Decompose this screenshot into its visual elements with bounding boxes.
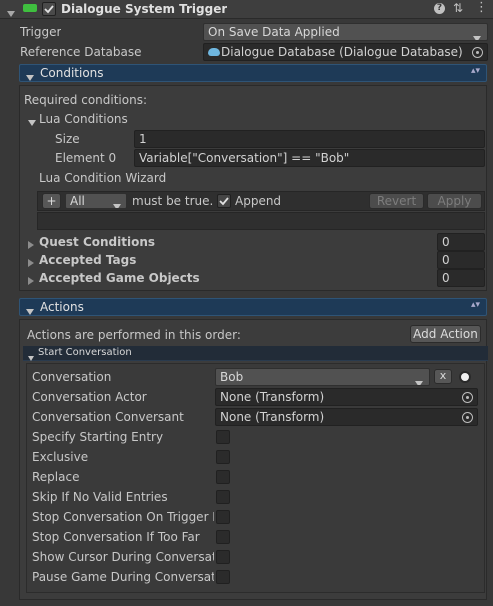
toggle-label: Skip If No Valid Entries	[32, 490, 168, 504]
toggle-checkbox[interactable]	[216, 510, 230, 524]
conversation-actor-value: None (Transform)	[220, 390, 325, 404]
conversation-conversant-field[interactable]: None (Transform)	[215, 408, 478, 426]
foldout-arrow-icon[interactable]	[7, 6, 15, 20]
wizard-body	[37, 212, 485, 230]
preset-icon[interactable]: ⇅	[453, 1, 463, 15]
actions-section-header[interactable]: Actions ▴▾	[19, 298, 487, 316]
toggle-checkbox[interactable]	[216, 470, 230, 484]
toggle-label: Exclusive	[32, 450, 89, 464]
lua-conditions-label: Lua Conditions	[39, 112, 128, 126]
trigger-dropdown[interactable]: On Save Data Applied	[203, 23, 488, 41]
conversation-dropdown[interactable]: Bob	[215, 368, 430, 386]
reference-database-label: Reference Database	[20, 45, 142, 59]
wizard-mode-dropdown[interactable]: All	[65, 193, 127, 209]
accepted-game-objects-value: 0	[442, 271, 450, 285]
checkmark-icon	[44, 5, 54, 14]
help-icon[interactable]: ?	[434, 3, 445, 14]
lua-conditions-foldout-icon[interactable]	[28, 115, 36, 129]
conversation-conversant-label: Conversation Conversant	[32, 410, 184, 424]
wizard-toolbar: + All must be true. Append Revert Apply	[37, 191, 485, 211]
required-conditions-label: Required conditions:	[24, 93, 147, 107]
toggle-label: Specify Starting Entry	[32, 430, 164, 444]
element0-value: Variable["Conversation"] == "Bob"	[139, 151, 350, 165]
start-conversation-panel: Conversation Bob x Conversation Actor No…	[26, 363, 485, 593]
script-toggle-icon	[23, 4, 37, 12]
accepted-tags-count[interactable]: 0	[437, 251, 485, 269]
actions-title: Actions	[40, 300, 84, 314]
revert-button[interactable]: Revert	[369, 193, 424, 209]
quest-conditions-label: Quest Conditions	[39, 235, 156, 249]
must-be-true-label: must be true.	[132, 194, 214, 208]
toggle-checkbox[interactable]	[216, 570, 230, 584]
wizard-mode-value: All	[70, 194, 85, 208]
accepted-tags-value: 0	[442, 253, 450, 267]
actions-panel: Actions are performed in this order: Add…	[19, 319, 488, 600]
accepted-game-objects-count[interactable]: 0	[437, 269, 485, 287]
component-header: Dialogue System Trigger ? ⇅ ⋮	[0, 0, 493, 19]
quest-conditions-foldout-icon[interactable]	[28, 238, 34, 252]
clear-conversation-button[interactable]: x	[434, 369, 452, 384]
quest-conditions-value: 0	[442, 235, 450, 249]
accepted-tags-label: Accepted Tags	[39, 253, 137, 267]
trigger-label: Trigger	[20, 25, 62, 39]
reference-database-field[interactable]: Dialogue Database (Dialogue Database)	[203, 43, 488, 61]
accepted-game-objects-foldout-icon[interactable]	[28, 274, 34, 288]
append-label: Append	[235, 194, 282, 208]
toggle-checkbox[interactable]	[216, 530, 230, 544]
chevron-down-icon	[415, 375, 423, 385]
quest-conditions-count[interactable]: 0	[437, 233, 485, 251]
conversation-picker-icon[interactable]	[459, 371, 471, 383]
checkmark-icon	[219, 197, 229, 206]
conversation-value: Bob	[220, 370, 244, 384]
section-sort-icon: ▴▾	[470, 300, 480, 310]
apply-button[interactable]: Apply	[427, 193, 482, 209]
size-label: Size	[55, 132, 80, 146]
accepted-tags-foldout-icon[interactable]	[28, 256, 34, 270]
toggle-label: Stop Conversation On Trigger Ex	[32, 510, 214, 524]
reference-database-value: Dialogue Database (Dialogue Database)	[221, 45, 463, 59]
chevron-down-icon	[473, 30, 481, 40]
toggle-label: Replace	[32, 470, 80, 484]
toggle-checkbox[interactable]	[216, 430, 230, 444]
element0-label: Element 0	[55, 151, 117, 165]
object-picker-icon[interactable]	[472, 47, 483, 58]
toggle-checkbox[interactable]	[216, 450, 230, 464]
actions-foldout-icon	[26, 304, 34, 318]
lua-condition-wizard-label: Lua Condition Wizard	[39, 171, 167, 185]
component-title: Dialogue System Trigger	[61, 2, 228, 16]
toggle-checkbox[interactable]	[216, 550, 230, 564]
start-conversation-title: Start Conversation	[38, 347, 132, 358]
toggle-label: Stop Conversation If Too Far	[32, 530, 200, 544]
conversation-actor-field[interactable]: None (Transform)	[215, 388, 478, 406]
element0-field[interactable]: Variable["Conversation"] == "Bob"	[134, 149, 485, 167]
object-picker-icon[interactable]	[462, 412, 473, 423]
database-icon	[208, 48, 220, 56]
toggle-checkbox[interactable]	[216, 490, 230, 504]
object-picker-icon[interactable]	[462, 392, 473, 403]
conditions-panel: Required conditions: Lua Conditions Size…	[19, 85, 487, 291]
toggle-label: Pause Game During Conversatio	[32, 570, 214, 584]
toggle-label: Show Cursor During Conversatic	[32, 550, 214, 564]
conditions-foldout-icon	[26, 70, 34, 84]
start-conversation-header[interactable]: Start Conversation	[23, 346, 488, 361]
start-conversation-foldout-icon	[28, 350, 34, 364]
component-enabled-checkbox[interactable]	[42, 2, 56, 16]
accepted-game-objects-label: Accepted Game Objects	[39, 271, 200, 285]
wizard-add-button[interactable]: +	[42, 193, 61, 209]
chevron-down-icon	[113, 199, 121, 208]
conversation-label: Conversation	[32, 370, 112, 384]
section-sort-icon: ▴▾	[470, 66, 480, 76]
conversation-actor-label: Conversation Actor	[32, 390, 147, 404]
context-menu-icon[interactable]: ⋮	[475, 0, 488, 15]
conversation-conversant-value: None (Transform)	[220, 410, 325, 424]
trigger-value: On Save Data Applied	[208, 25, 340, 39]
size-field[interactable]: 1	[134, 130, 485, 148]
add-action-button[interactable]: Add Action	[410, 325, 481, 343]
conditions-section-header[interactable]: Conditions ▴▾	[19, 64, 487, 82]
size-value: 1	[139, 132, 147, 146]
actions-order-label: Actions are performed in this order:	[27, 328, 241, 342]
conditions-title: Conditions	[40, 66, 104, 80]
append-checkbox[interactable]	[217, 194, 231, 208]
